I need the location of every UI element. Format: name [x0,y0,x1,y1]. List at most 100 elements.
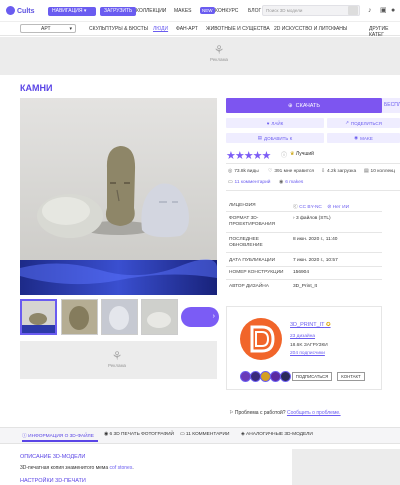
nav-makes[interactable]: MAKES [174,8,192,14]
rating-stars[interactable]: ★★★★★ [226,149,271,162]
logo-icon [6,6,15,15]
settings-title: НАСТРОЙКИ 3D-ПЕЧАТИ [20,478,86,484]
thumbnail-image [142,300,177,334]
divider [226,252,382,253]
description-link[interactable]: cof stones [110,465,133,471]
download-icon: ⊕ [288,102,293,109]
creator-followers[interactable]: 204 подписчики [290,351,325,356]
tab-similar[interactable]: ◈ АНАЛОГИЧНЫЕ 3D-МОДЕЛИ [241,432,313,437]
description-text: 3D-печатная копия знаменитого мема cof s… [20,465,134,471]
design-number-value: 156904 [293,270,310,275]
make-button[interactable]: ◉ MAKE [327,133,400,143]
collection-icon: ▤ [364,169,369,174]
add-label: ДОБАВИТЬ К [264,135,293,141]
chevron-down-icon: ▾ [69,26,72,32]
subnav-fanart[interactable]: ФАН-АРТ [176,26,198,32]
info-icon[interactable]: ⓘ [281,150,287,159]
ad-banner-bottom[interactable] [292,449,400,485]
like-button[interactable]: ♥ ЛАЙК [226,118,324,128]
bell-icon[interactable]: ♪ [368,7,375,14]
subnav-people[interactable]: ЛЮДИ [153,26,168,32]
heart-icon: ♡ [268,169,273,174]
nav-blog[interactable]: БЛОГ [248,8,261,14]
upload-button[interactable]: ЗАГРУЗИТЬ [100,7,137,16]
category-label: АРТ [41,26,51,32]
share-label: ПОДЕЛИТЬСЯ [350,120,382,126]
subscribe-button[interactable]: ПОДПИСАТЬСЯ [292,372,332,381]
subnav-sculptures[interactable]: СКУЛЬПТУРЫ & БЮСТЫ [89,26,148,32]
share-button[interactable]: ↗ ПОДЕЛИТЬСЯ [327,118,400,128]
logo[interactable]: Cults [6,6,35,15]
thumbnail-3[interactable] [101,299,138,335]
add-to-collection-button[interactable]: ▤ ДОБАВИТЬ К [226,133,324,143]
tab-comments[interactable]: ▭ 11 КОММЕНТАРИИ [180,432,229,437]
award-badge-icon [280,371,291,382]
next-thumbnails-button[interactable]: › [181,307,219,327]
format-value[interactable]: › 3 файлов (STL) [293,216,331,221]
search-icon[interactable] [348,6,358,15]
subnav-animals[interactable]: ЖИВОТНЫЕ И СУЩЕСТВА [206,26,270,32]
free-badge: БЕСПЛ [382,98,400,113]
nav-contest[interactable]: КОНКУРС [215,8,238,14]
camera-icon: ◉ [279,180,284,185]
description-title: ОПИСАНИЕ 3D-МОДЕЛИ [20,454,86,460]
makes-stat[interactable]: ◉ 6 makes [279,180,303,185]
avatar[interactable] [240,318,282,360]
collection-icon: ▤ [257,135,263,140]
report-link[interactable]: Сообщить о проблеме. [287,410,341,416]
divider [226,266,382,267]
creator-designs[interactable]: 23 дизайна [290,334,315,339]
page-title: КАМНИ [20,83,53,93]
like-label: ЛАЙК [271,120,284,126]
navigation-select[interactable]: НАВИГАЦИЯ ▾ [48,7,96,16]
thumbnail-4[interactable] [141,299,178,335]
category-select[interactable]: АРТ ▾ [20,24,76,33]
logo-text: Cults [17,8,35,15]
user-icon[interactable]: ● [391,7,398,14]
download-icon: ⇩ [321,169,326,174]
camera-icon: ◉ [104,432,109,437]
divider [226,279,382,280]
help-icon: ⚐ [229,410,234,416]
thumbnail-image [22,301,55,333]
published-label: ДАТА ПУБЛИКАЦИИ [229,258,276,263]
tab-photos[interactable]: ◉ 6 3D ПЕЧАТЬ ФОТОГРАФИЙ [104,432,174,437]
search-input[interactable]: Поиск 3D модели [262,5,360,16]
ad-banner-top[interactable]: ⚘ Реклама [0,37,400,75]
ad-banner-left[interactable]: ⚘ Реклама [20,341,217,379]
updated-value: 8 июн. 2020 г., 11:40 [293,237,338,242]
makes-text: 6 makes [285,180,304,185]
subnav-2d-art[interactable]: 2D ИСКУССТВО И ЛИТОФАНЫ [274,26,347,32]
tab-file-info[interactable]: ⓘ ИНФОРМАЦИЯ О 3D-ФАЙЛЕ [22,432,94,439]
eye-icon: ◎ [228,169,233,174]
contact-button[interactable]: КОНТАКТ [337,372,365,381]
author-value[interactable]: 3D_Print_It [293,284,317,289]
main-model-image[interactable] [20,98,217,295]
tab-label: 11 КОММЕНТАРИИ [185,432,230,437]
collections-stat: ▤ 10 коллекц [364,169,395,174]
cube-icon: ◈ [241,432,245,437]
thumbnail-1[interactable] [20,299,57,335]
cart-icon[interactable]: ▣ [380,7,387,14]
description-body: 3D-печатная копия знаменитого мема [20,465,110,471]
creator-logo-icon [250,325,275,353]
report-problem: ⚐ Проблема с работой? Сообщить о проблем… [229,410,341,416]
views-stat: ◎ 73.8k виды [228,169,259,174]
trophy-icon: ♛ [290,151,295,157]
thumbnail-2[interactable] [61,299,98,335]
best-badge: ♛ Лучший [290,151,314,157]
collections-text: 10 коллекц [370,169,396,174]
format-text: 3 файлов (STL) [295,216,331,221]
ad-icon: ⚘ [213,43,225,57]
comments-stat[interactable]: ▭ 11 комментарий [228,180,270,185]
download-button[interactable]: ⊕ СКАЧАТЬ [226,98,382,113]
license-value[interactable]: ⓒ CC BY-NC ⊘ Нет ИИ [293,203,349,210]
creator-name-text: 3D_PRINT_IT [290,322,325,328]
creator-name[interactable]: 3D_PRINT_IT ✪ [290,322,331,328]
nav-collections[interactable]: КОЛЛЕКЦИИ [136,8,166,14]
downloads-stat: ⇩ 4.2k загрузка [321,169,356,174]
active-tab-underline [22,440,98,442]
chevron-right-icon: › [212,313,215,320]
ad-icon: ⚘ [111,349,123,363]
best-label: Лучший [295,151,314,157]
